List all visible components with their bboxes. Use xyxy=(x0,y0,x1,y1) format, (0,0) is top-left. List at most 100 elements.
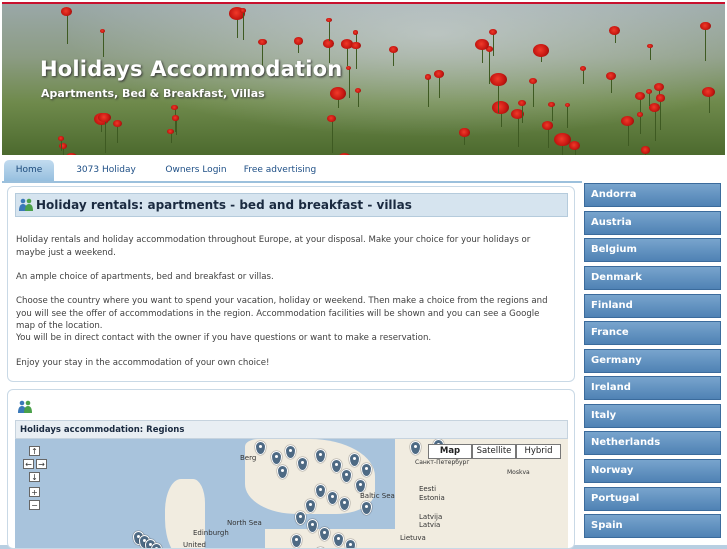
poppy-stem xyxy=(331,119,333,153)
regions-panel: Holidays accommodation: Regions North Se… xyxy=(7,389,575,549)
poppy-stem xyxy=(348,68,350,98)
map-marker[interactable] xyxy=(151,543,162,548)
country-norway[interactable]: Norway xyxy=(584,459,721,483)
poppy-stem xyxy=(649,46,651,61)
site-title[interactable]: Holidays Accommodation xyxy=(40,57,342,81)
regions-title-bar: Holidays accommodation: Regions xyxy=(15,420,568,439)
map-label-latvia: Latvia xyxy=(419,521,441,529)
poppy-stem xyxy=(547,126,549,148)
map-zoom-out-button[interactable]: − xyxy=(29,500,40,510)
country-netherlands[interactable]: Netherlands xyxy=(584,431,721,455)
poppy-flower xyxy=(258,38,267,46)
tab-free-advertising[interactable]: Free advertising xyxy=(242,160,318,181)
poppy-flower xyxy=(637,112,643,117)
poppy-flower xyxy=(98,112,111,123)
map-type-map-button[interactable]: Map xyxy=(428,444,472,459)
poppy-stem xyxy=(104,118,106,153)
poppy-flower xyxy=(605,71,616,80)
people-icon xyxy=(19,198,33,211)
country-finland[interactable]: Finland xyxy=(584,294,721,318)
poppy-flower xyxy=(640,146,651,154)
poppy-stem xyxy=(648,92,650,107)
google-map[interactable]: North Sea Baltic Sea Eesti Estonia Latvi… xyxy=(15,439,568,549)
tab-owners-login[interactable]: Owners Login xyxy=(162,160,230,181)
map-label-north-sea: North Sea xyxy=(227,519,262,527)
poppy-stem xyxy=(102,31,104,57)
tab-holiday-rentals[interactable]: 3073 Holiday rentals xyxy=(60,160,152,196)
country-spain[interactable]: Spain xyxy=(584,514,721,538)
poppy-stem xyxy=(567,105,569,129)
map-marker[interactable] xyxy=(361,501,372,515)
poppy-stem xyxy=(627,122,629,147)
poppy-flower xyxy=(492,101,509,115)
intro-paragraph-4: You will be in direct contact with the o… xyxy=(16,333,432,343)
intro-paragraph-5: Enjoy your stay in the accommodation of … xyxy=(16,358,270,368)
poppy-stem xyxy=(117,124,119,144)
poppy-flower xyxy=(434,69,444,78)
poppy-flower xyxy=(490,72,507,87)
poppy-stem xyxy=(242,10,244,40)
poppy-flower xyxy=(645,89,652,95)
regions-heading: Holidays accommodation: Regions xyxy=(20,425,185,435)
poppy-stem xyxy=(517,115,519,147)
poppy-flower xyxy=(240,8,246,13)
poppy-flower xyxy=(609,25,621,35)
map-zoom-in-button[interactable]: + xyxy=(29,487,40,497)
map-pan-up-button[interactable]: ↑ xyxy=(29,446,40,456)
poppy-flower xyxy=(459,128,470,137)
poppy-stem xyxy=(705,27,707,62)
poppy-stem xyxy=(439,74,441,99)
map-pan-right-button[interactable]: → xyxy=(36,459,47,469)
poppy-stem xyxy=(640,115,642,135)
intro-title-bar: Holiday rentals: apartments - bed and br… xyxy=(15,193,568,217)
map-marker[interactable] xyxy=(345,539,356,548)
country-andorra[interactable]: Andorra xyxy=(584,183,721,207)
header-banner: Holidays Accommodation Apartments, Bed &… xyxy=(2,2,725,155)
people-icon xyxy=(18,400,32,413)
country-portugal[interactable]: Portugal xyxy=(584,487,721,511)
poppy-flower xyxy=(112,119,122,128)
page: Holidays Accommodation Apartments, Bed &… xyxy=(0,0,727,549)
country-ireland[interactable]: Ireland xyxy=(584,376,721,400)
intro-panel: Holiday rentals: apartments - bed and br… xyxy=(7,186,575,382)
poppy-flower xyxy=(327,114,337,123)
poppy-stem xyxy=(175,118,177,136)
map-label-berg: Berg xyxy=(240,454,257,462)
poppy-stem xyxy=(654,108,656,142)
country-denmark[interactable]: Denmark xyxy=(584,266,721,290)
poppy-flower xyxy=(330,87,347,100)
poppy-flower xyxy=(388,45,398,54)
poppy-stem xyxy=(66,12,68,44)
country-sidebar: Andorra Austria Belgium Denmark Finland … xyxy=(582,180,724,545)
country-italy[interactable]: Italy xyxy=(584,404,721,428)
map-label-eesti: Eesti xyxy=(419,485,437,493)
poppy-flower xyxy=(424,74,432,80)
map-pan-left-button[interactable]: ← xyxy=(23,459,34,469)
poppy-stem xyxy=(358,91,360,108)
poppy-flower xyxy=(489,29,497,36)
poppy-stem xyxy=(329,20,331,41)
map-marker[interactable] xyxy=(295,511,306,525)
map-label-united: United xyxy=(183,541,206,549)
map-pan-down-button[interactable]: ↓ xyxy=(29,472,40,482)
tab-home[interactable]: Home xyxy=(4,160,54,181)
page-heading: Holiday rentals: apartments - bed and br… xyxy=(36,198,412,212)
map-label-latvija: Latvija xyxy=(419,513,443,521)
poppy-stem xyxy=(582,68,584,85)
intro-paragraph-2: An ample choice of apartments, bed and b… xyxy=(16,272,274,282)
country-france[interactable]: France xyxy=(584,321,721,345)
poppy-flower xyxy=(655,93,666,102)
map-type-satellite-button[interactable]: Satellite xyxy=(472,444,516,459)
poppy-stem xyxy=(522,103,524,123)
poppy-flower xyxy=(326,17,332,22)
poppy-stem xyxy=(551,105,553,121)
map-type-hybrid-button[interactable]: Hybrid xyxy=(516,444,561,459)
map-label-moskva: Moskva xyxy=(507,469,530,476)
country-belgium[interactable]: Belgium xyxy=(584,238,721,262)
poppy-stem xyxy=(533,81,535,108)
map-label-edinburgh: Edinburgh xyxy=(193,529,229,537)
poppy-flower xyxy=(647,43,653,48)
country-germany[interactable]: Germany xyxy=(584,349,721,373)
map-land-britain xyxy=(165,479,205,548)
country-austria[interactable]: Austria xyxy=(584,211,721,235)
